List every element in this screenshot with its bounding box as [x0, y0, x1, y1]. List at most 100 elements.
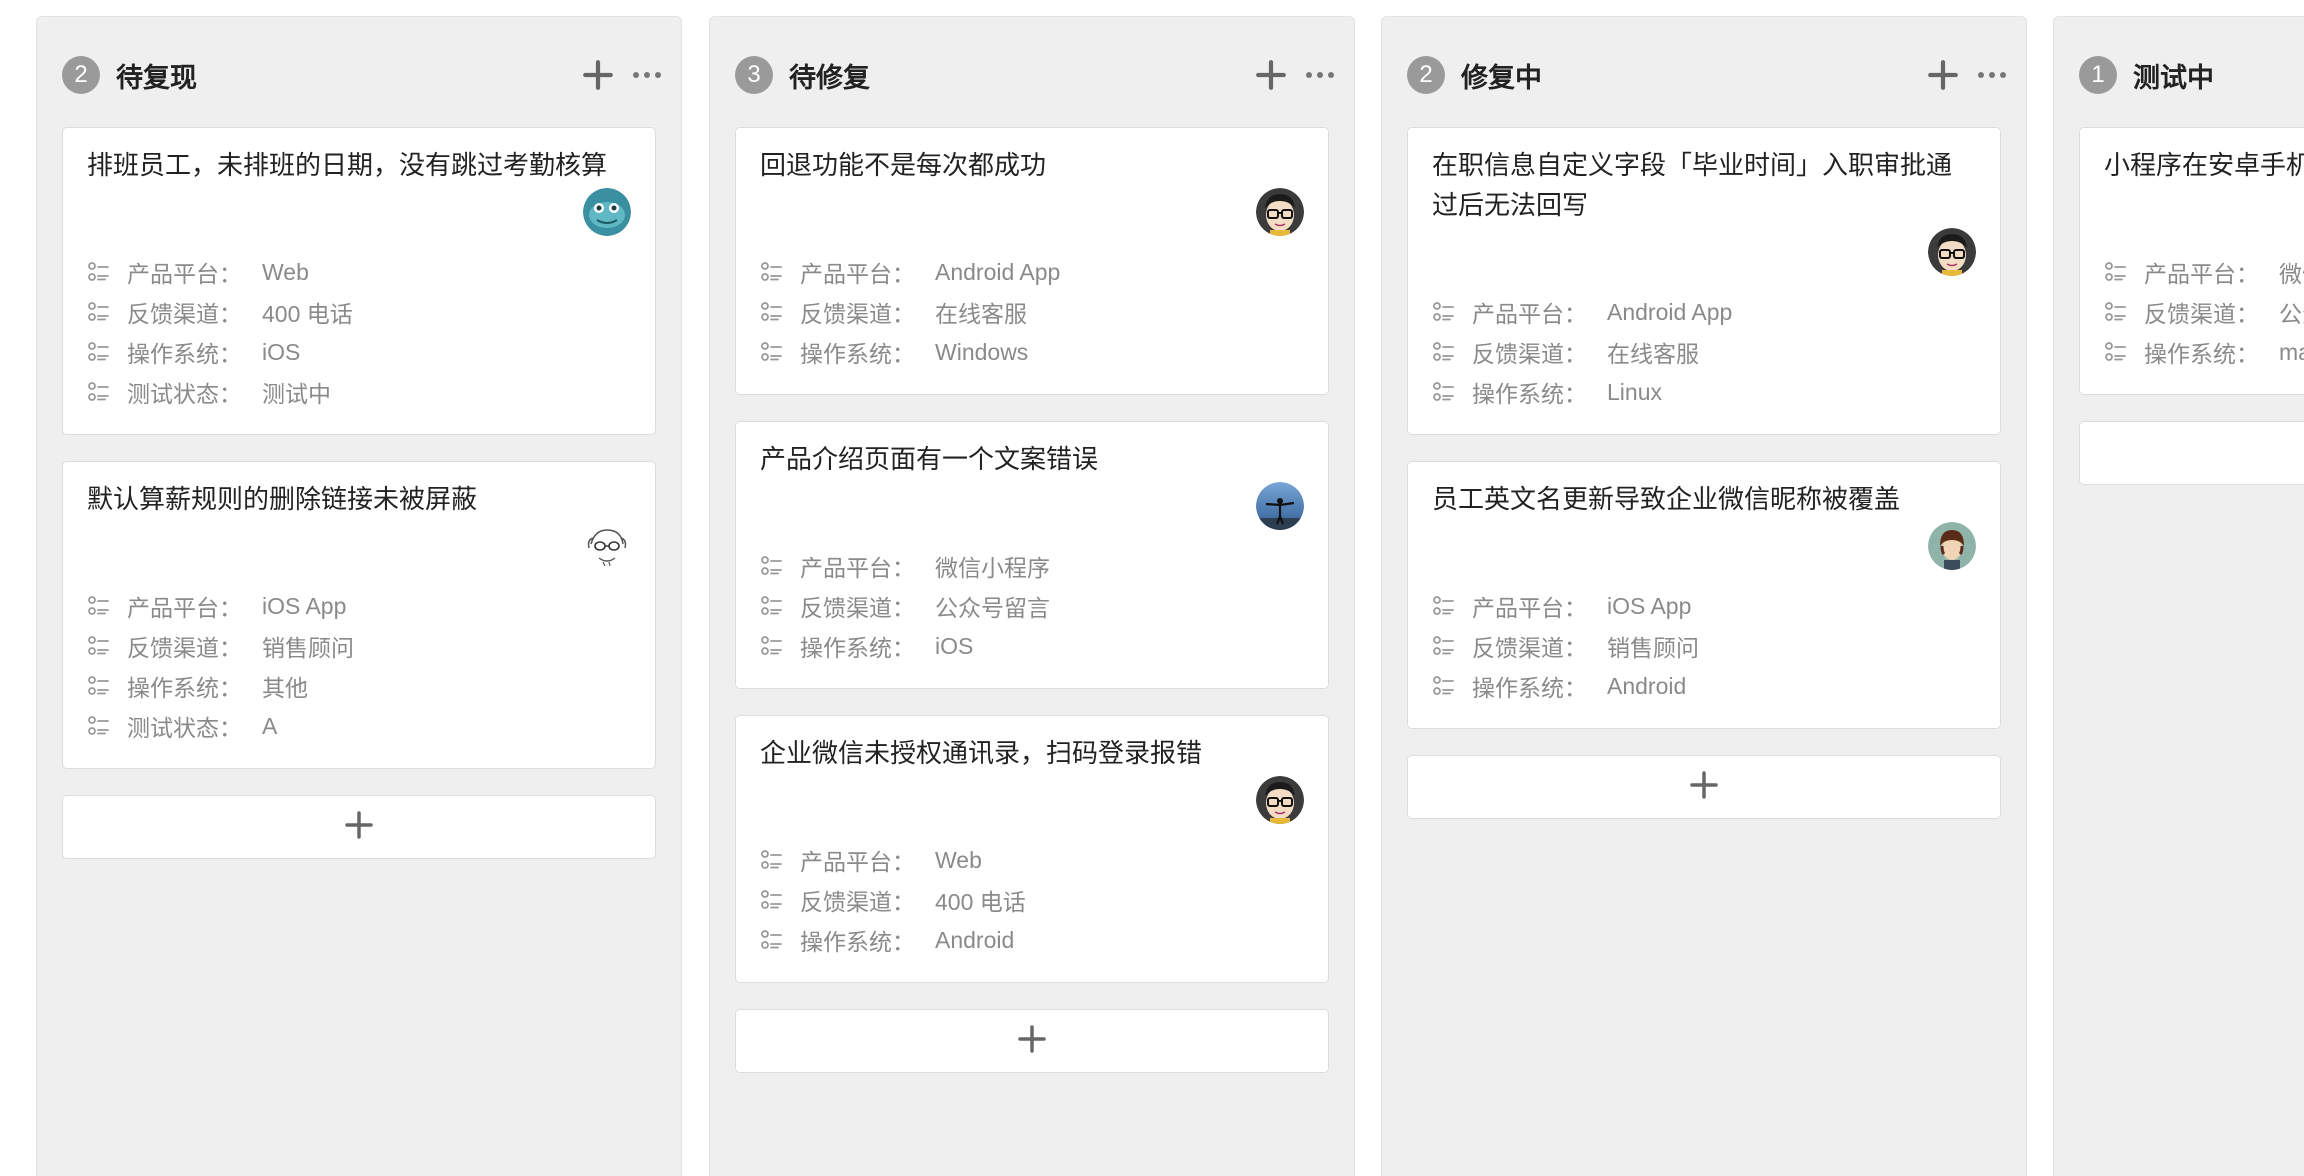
field-value: ma: [2279, 338, 2304, 365]
assignee-row: [87, 522, 631, 570]
field-label: 操作系统: [1472, 676, 1564, 702]
sketch-avatar[interactable]: [583, 522, 631, 570]
add-card-button[interactable]: [735, 1009, 1329, 1073]
field-row: 操作系统： iOS: [760, 626, 1304, 666]
more-icon[interactable]: [1304, 70, 1336, 80]
issue-title: 默认算薪规则的删除链接未被屏蔽: [87, 485, 478, 515]
plus-icon[interactable]: [1254, 58, 1288, 92]
issue-title: 企业微信未授权通讯录，扫码登录报错: [760, 739, 1203, 769]
field-row: 操作系统： Android: [760, 920, 1304, 960]
issue-card[interactable]: 回退功能不是每次都成功 产品平台： Android App 反馈渠道：在线客服 操作系统…: [735, 127, 1329, 395]
field-list-icon: [87, 340, 111, 364]
more-icon[interactable]: [1976, 70, 2008, 80]
column-title: 待修复: [789, 62, 870, 94]
field-list-icon: [760, 848, 784, 872]
column-1: 3 待修复 回退功能不是每次都成功 产品平台： Android App 反馈渠道：在线客服…: [709, 16, 1355, 1176]
card-list: 排班员工，未排班的日期，没有跳过考勤核算 产品平台： Web 反馈渠道： 400 电话操…: [62, 127, 656, 859]
issue-card[interactable]: 排班员工，未排班的日期，没有跳过考勤核算 产品平台： Web 反馈渠道： 400 电话操…: [62, 127, 656, 435]
field-label: 测试状态: [127, 382, 219, 408]
field-separator: ：: [2236, 302, 2259, 328]
field-row: 操作系统： Linux: [1432, 372, 1976, 412]
field-list-icon: [760, 634, 784, 658]
field-label: 反馈渠道: [1472, 342, 1564, 368]
field-value: 微信小程序: [935, 555, 1050, 581]
column-3: 1测试中小程序在安卓手机产品平台：微信反馈渠道：公众操作系统：ma: [2053, 16, 2304, 1176]
field-list-icon: [87, 260, 111, 284]
issue-card[interactable]: 企业微信未授权通讯录，扫码登录报错 产品平台： Web 反馈渠道： 400 电话 操作系统…: [735, 715, 1329, 983]
field-row: 操作系统： iOS: [87, 332, 631, 372]
field-label: 操作系统: [127, 342, 219, 368]
glasses-avatar[interactable]: [1256, 776, 1304, 824]
field-label: 产品平台: [127, 262, 219, 288]
field-list-icon: [87, 300, 111, 324]
field-separator: ：: [892, 302, 915, 328]
issue-title: 员工英文名更新导致企业微信昵称被覆盖: [1432, 485, 1901, 515]
card-list: 小程序在安卓手机产品平台：微信反馈渠道：公众操作系统：ma: [2079, 127, 2304, 485]
column-header: 2 待复现: [62, 55, 663, 95]
plus-icon: [1016, 1023, 1048, 1059]
field-value: Android: [935, 926, 1015, 953]
hair-avatar[interactable]: [1928, 522, 1976, 570]
field-row: 反馈渠道： 公众号留言: [760, 586, 1304, 626]
issue-card[interactable]: 小程序在安卓手机产品平台：微信反馈渠道：公众操作系统：ma: [2079, 127, 2304, 395]
field-value: 公众: [2279, 301, 2304, 327]
plus-icon[interactable]: [581, 58, 615, 92]
column-0: 2 待复现 排班员工，未排班的日期，没有跳过考勤核算 产品平台： Web 反馈渠道： 400…: [36, 16, 682, 1176]
field-row: 产品平台： iOS App: [1432, 586, 1976, 626]
field-separator: ：: [219, 716, 242, 742]
issue-card[interactable]: 在职信息自定义字段「毕业时间」入职审批通过后无法回写 产品平台： Android A…: [1407, 127, 2001, 435]
field-label: 操作系统: [800, 342, 892, 368]
field-row: 反馈渠道： 销售顾问: [1432, 626, 1976, 666]
field-label: 测试状态: [127, 716, 219, 742]
plus-icon[interactable]: [1926, 58, 1960, 92]
column-title: 修复中: [1461, 62, 1542, 94]
glasses-avatar[interactable]: [1928, 228, 1976, 276]
issue-card[interactable]: 默认算薪规则的删除链接未被屏蔽 产品平台： iOS App 反馈渠道：销售顾问 操作系统…: [62, 461, 656, 769]
field-row: 反馈渠道： 在线客服: [1432, 332, 1976, 372]
field-label: 操作系统: [127, 676, 219, 702]
add-card-button[interactable]: [1407, 755, 2001, 819]
assignee-row: [760, 776, 1304, 824]
issue-card[interactable]: 员工英文名更新导致企业微信昵称被覆盖产品平台： iOS App 反馈渠道：销售顾问操…: [1407, 461, 2001, 729]
field-separator: ：: [892, 890, 915, 916]
field-list-icon: [760, 260, 784, 284]
card-count-badge: 2: [62, 56, 100, 94]
field-value: iOS: [262, 338, 301, 365]
add-card-button[interactable]: [62, 795, 656, 859]
field-row: 反馈渠道： 400 电话: [87, 292, 631, 332]
sky-avatar[interactable]: [1256, 482, 1304, 530]
card-count-badge: 2: [1407, 56, 1445, 94]
field-row: 产品平台： Android App: [760, 252, 1304, 292]
field-value: Web: [262, 258, 309, 285]
assignee-row: [1432, 228, 1976, 276]
field-value: 在线客服: [1607, 341, 1699, 367]
column-actions: [1926, 58, 2008, 92]
field-value: Android App: [935, 258, 1061, 285]
add-card-button[interactable]: [2079, 421, 2304, 485]
field-separator: ：: [892, 636, 915, 662]
field-separator: ：: [219, 382, 242, 408]
field-value: A: [262, 712, 278, 739]
field-list-icon: [87, 380, 111, 404]
more-icon[interactable]: [631, 70, 663, 80]
column-2: 2 修复中在职信息自定义字段「毕业时间」入职审批通过后无法回写 产品平台： Andro…: [1381, 16, 2027, 1176]
field-list-icon: [2104, 300, 2128, 324]
field-row: 产品平台： Web: [87, 252, 631, 292]
issue-card[interactable]: 产品介绍页面有一个文案错误 产品平台：微信小程序 反馈渠道：公众号留言 操作系统： iO…: [735, 421, 1329, 689]
field-list-icon: [1432, 300, 1456, 324]
field-row: 反馈渠道： 公众: [2104, 292, 2304, 332]
glasses-avatar[interactable]: [1256, 188, 1304, 236]
field-list-icon: [760, 554, 784, 578]
field-separator: ：: [1564, 676, 1587, 702]
field-separator: ：: [219, 302, 242, 328]
field-list-icon: [760, 340, 784, 364]
field-row: 产品平台： 微信: [2104, 252, 2304, 292]
fish-avatar[interactable]: [583, 188, 631, 236]
field-row: 测试状态： 测试中: [87, 372, 631, 412]
plus-icon: [1688, 769, 1720, 805]
field-value: iOS App: [262, 592, 347, 619]
field-value: 销售顾问: [262, 635, 354, 661]
field-list-icon: [760, 928, 784, 952]
field-value: Linux: [1607, 378, 1662, 405]
field-row: 反馈渠道： 400 电话: [760, 880, 1304, 920]
